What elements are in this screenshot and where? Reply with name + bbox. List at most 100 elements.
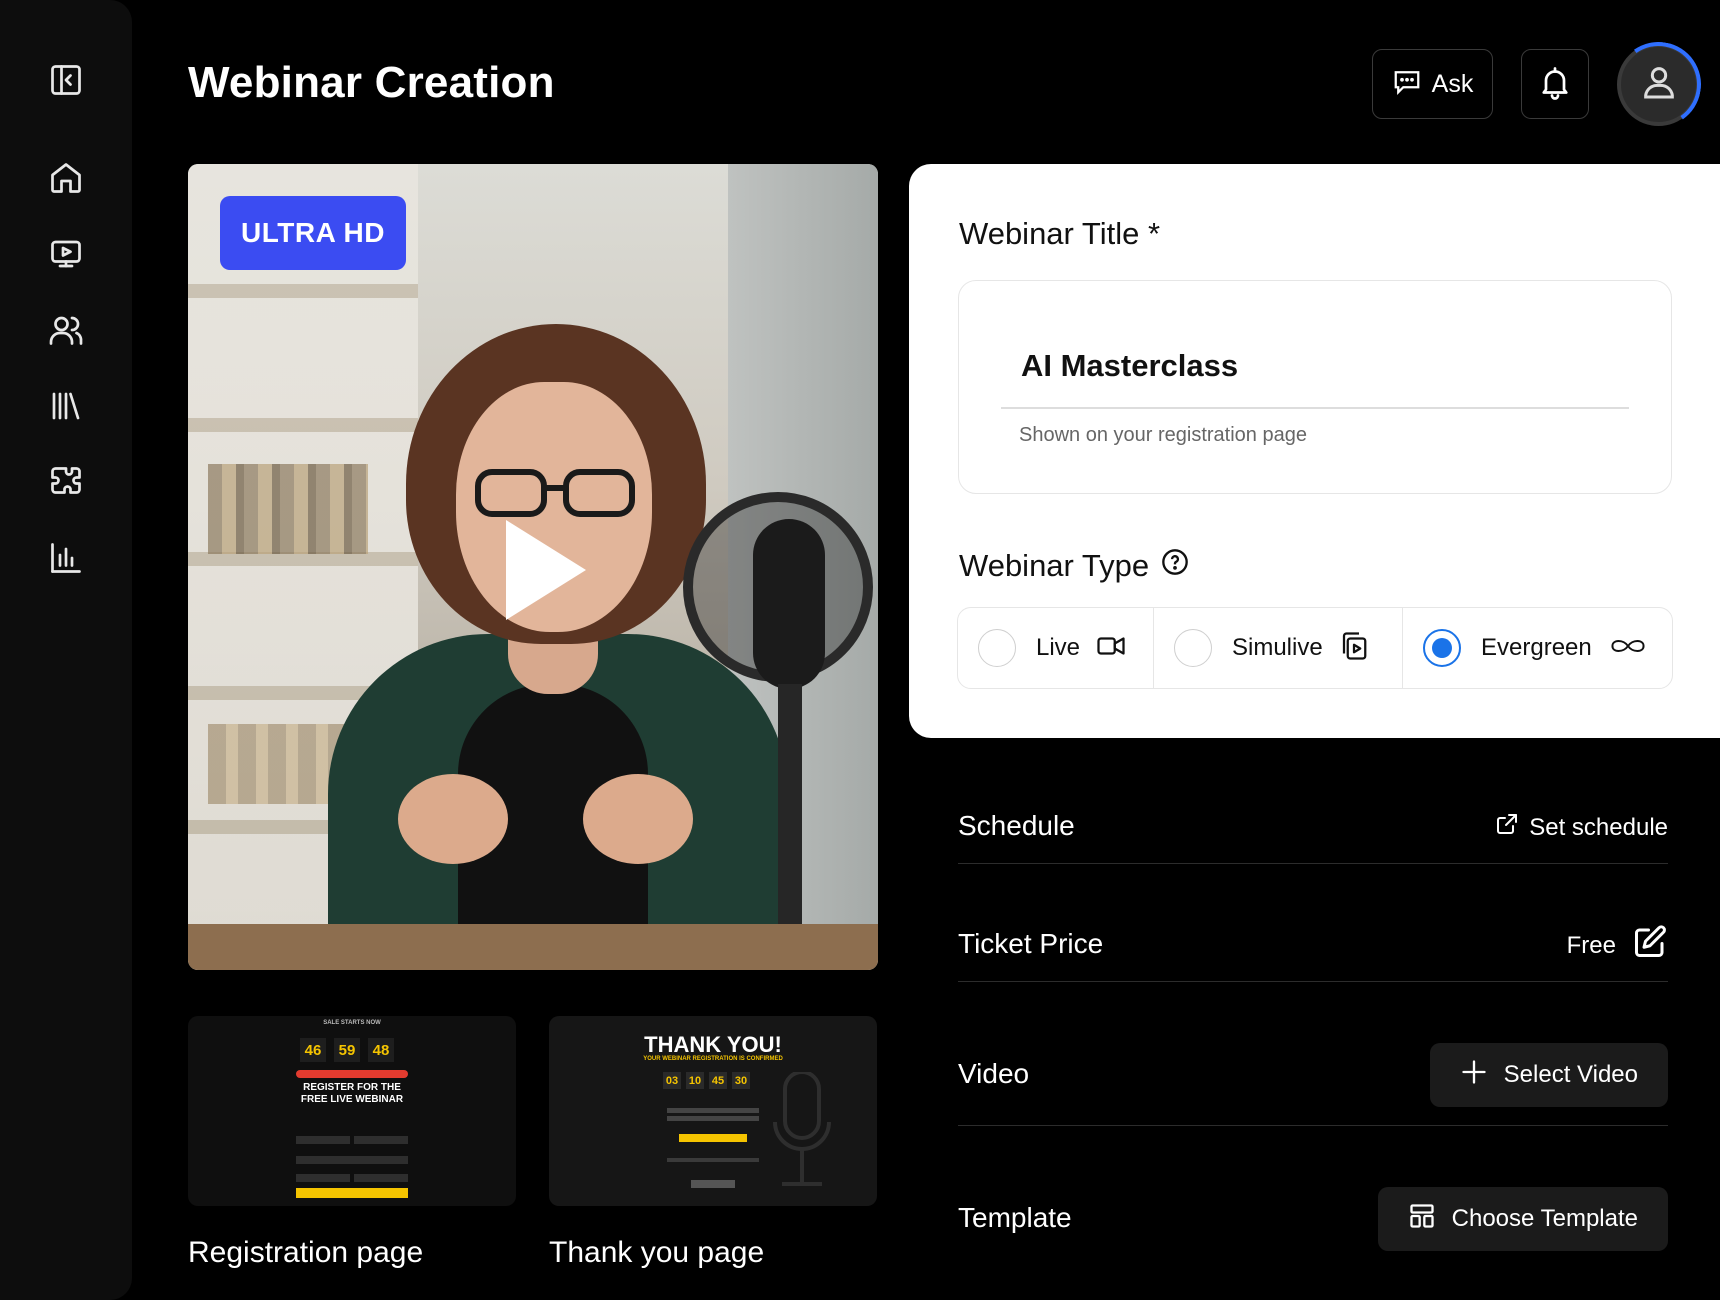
timer-digit: 46 (300, 1038, 326, 1062)
edit-icon (1632, 924, 1668, 967)
ask-button-label: Ask (1431, 69, 1474, 98)
page-title: Webinar Creation (188, 58, 555, 107)
webinar-title-input[interactable] (1021, 348, 1601, 384)
webinar-type-label: Webinar Type (959, 548, 1150, 583)
form-field (354, 1136, 408, 1144)
ticket-price-value: Free (1566, 931, 1616, 959)
schedule-label: Schedule (958, 810, 1075, 841)
thumbnail-headline: REGISTER FOR THE FREE LIVE WEBINAR (188, 1082, 516, 1106)
user-icon (1639, 62, 1679, 107)
external-link-icon (1495, 812, 1519, 843)
plus-icon (1460, 1058, 1488, 1093)
notifications-button[interactable] (1521, 49, 1589, 119)
timer-digit: 48 (368, 1038, 394, 1062)
countdown-timer: 46 59 48 (300, 1038, 394, 1062)
type-option-evergreen[interactable]: Evergreen (1403, 608, 1671, 688)
registration-page-thumbnail[interactable]: SALE STARTS NOW 46 59 48 REGISTER FOR TH… (188, 1016, 516, 1206)
form-field (296, 1136, 350, 1144)
collapse-sidebar-icon[interactable] (44, 58, 88, 102)
type-option-label: Evergreen (1481, 634, 1592, 661)
help-circle-icon[interactable] (1161, 548, 1189, 584)
thumbnail-headline-line: REGISTER FOR THE (303, 1082, 401, 1093)
microphone-stand (778, 684, 802, 924)
ask-button[interactable]: Ask (1372, 49, 1493, 119)
avatar[interactable] (1617, 43, 1700, 126)
choose-template-label: Choose Template (1451, 1205, 1638, 1232)
home-icon[interactable] (44, 156, 88, 200)
type-option-label: Live (1036, 634, 1081, 661)
analytics-chart-icon[interactable] (44, 536, 88, 580)
webinar-title-label: Webinar Title * (959, 216, 1161, 251)
presenter-glasses (475, 469, 635, 517)
microphone-graphic (773, 1072, 831, 1186)
sidebar (0, 0, 132, 1300)
thumbnail-subline: YOUR WEBINAR REGISTRATION IS CONFIRMED (643, 1056, 783, 1062)
ticket-price-row: Ticket Price Free (958, 908, 1668, 982)
background-books (208, 464, 368, 554)
choose-template-button[interactable]: Choose Template (1377, 1187, 1668, 1251)
form-field (354, 1174, 408, 1182)
registration-page-label: Registration page (188, 1236, 424, 1269)
select-video-button[interactable]: Select Video (1429, 1043, 1668, 1107)
type-option-live[interactable]: Live (958, 608, 1154, 688)
chat-icon (1392, 66, 1422, 103)
thank-you-page-label: Thank you page (549, 1236, 765, 1269)
video-label: Video (958, 1058, 1030, 1089)
webinar-type-options: Live Simulive Evergreen (957, 607, 1673, 689)
thumbnail-top-text: SALE STARTS NOW (323, 1020, 381, 1026)
countdown-timer: 03 10 45 30 (663, 1072, 750, 1089)
select-video-label: Select Video (1503, 1061, 1638, 1088)
video-camera-icon (1096, 631, 1126, 666)
microphone (753, 519, 825, 689)
webinar-title-field-box (958, 280, 1672, 494)
detail-line (667, 1116, 759, 1121)
ticket-price-label: Ticket Price (958, 928, 1104, 959)
thumbnail-headline-line: FREE LIVE WEBINAR (300, 1094, 404, 1105)
video-player[interactable]: ULTRA HD (188, 164, 878, 970)
play-icon[interactable] (506, 520, 586, 620)
webinar-screen-icon[interactable] (44, 232, 88, 276)
radio-evergreen[interactable] (1423, 629, 1461, 667)
form-field (296, 1156, 408, 1164)
schedule-row: Schedule Set schedule (958, 790, 1668, 864)
detail-button (691, 1180, 735, 1188)
timer-digit: 10 (686, 1072, 704, 1089)
edit-ticket-price[interactable]: Free (1567, 924, 1668, 967)
video-row: Video Select Video (958, 1024, 1668, 1126)
detail-line (667, 1108, 759, 1113)
quality-badge: ULTRA HD (220, 196, 406, 270)
register-cta (296, 1188, 408, 1198)
infinity-icon (1608, 631, 1648, 666)
type-option-simulive[interactable]: Simulive (1154, 608, 1403, 688)
template-row: Template Choose Template (958, 1168, 1668, 1270)
webinar-title-helper: Shown on your registration page (1019, 424, 1307, 446)
layout-template-icon (1408, 1202, 1436, 1237)
desk (188, 924, 878, 970)
form-field (296, 1174, 350, 1182)
set-schedule-link[interactable]: Set schedule (1495, 812, 1668, 843)
presenter-hand (583, 774, 693, 864)
timer-digit: 59 (334, 1038, 360, 1062)
alert-bar (296, 1070, 408, 1078)
template-label: Template (958, 1202, 1072, 1233)
calendar-cta (679, 1134, 747, 1142)
set-schedule-label: Set schedule (1529, 813, 1668, 841)
timer-digit: 03 (663, 1072, 681, 1089)
bell-icon (1537, 64, 1573, 105)
thank-you-page-thumbnail[interactable]: THANK YOU! YOUR WEBINAR REGISTRATION IS … (549, 1016, 877, 1206)
title-underline (1001, 407, 1629, 409)
webinar-form-card: Webinar Title * Shown on your registrati… (909, 164, 1720, 738)
thumbnail-headline: THANK YOU! (644, 1032, 782, 1057)
integrations-puzzle-icon[interactable] (44, 460, 88, 504)
play-copy-icon (1339, 631, 1369, 666)
radio-simulive[interactable] (1174, 629, 1212, 667)
library-icon[interactable] (44, 384, 88, 428)
webinar-type-label-row: Webinar Type (959, 548, 1189, 584)
presenter-hand (398, 774, 508, 864)
type-option-label: Simulive (1232, 634, 1323, 661)
users-icon[interactable] (44, 308, 88, 352)
detail-line (667, 1158, 759, 1162)
timer-digit: 30 (732, 1072, 750, 1089)
radio-live[interactable] (978, 629, 1016, 667)
timer-digit: 45 (709, 1072, 727, 1089)
